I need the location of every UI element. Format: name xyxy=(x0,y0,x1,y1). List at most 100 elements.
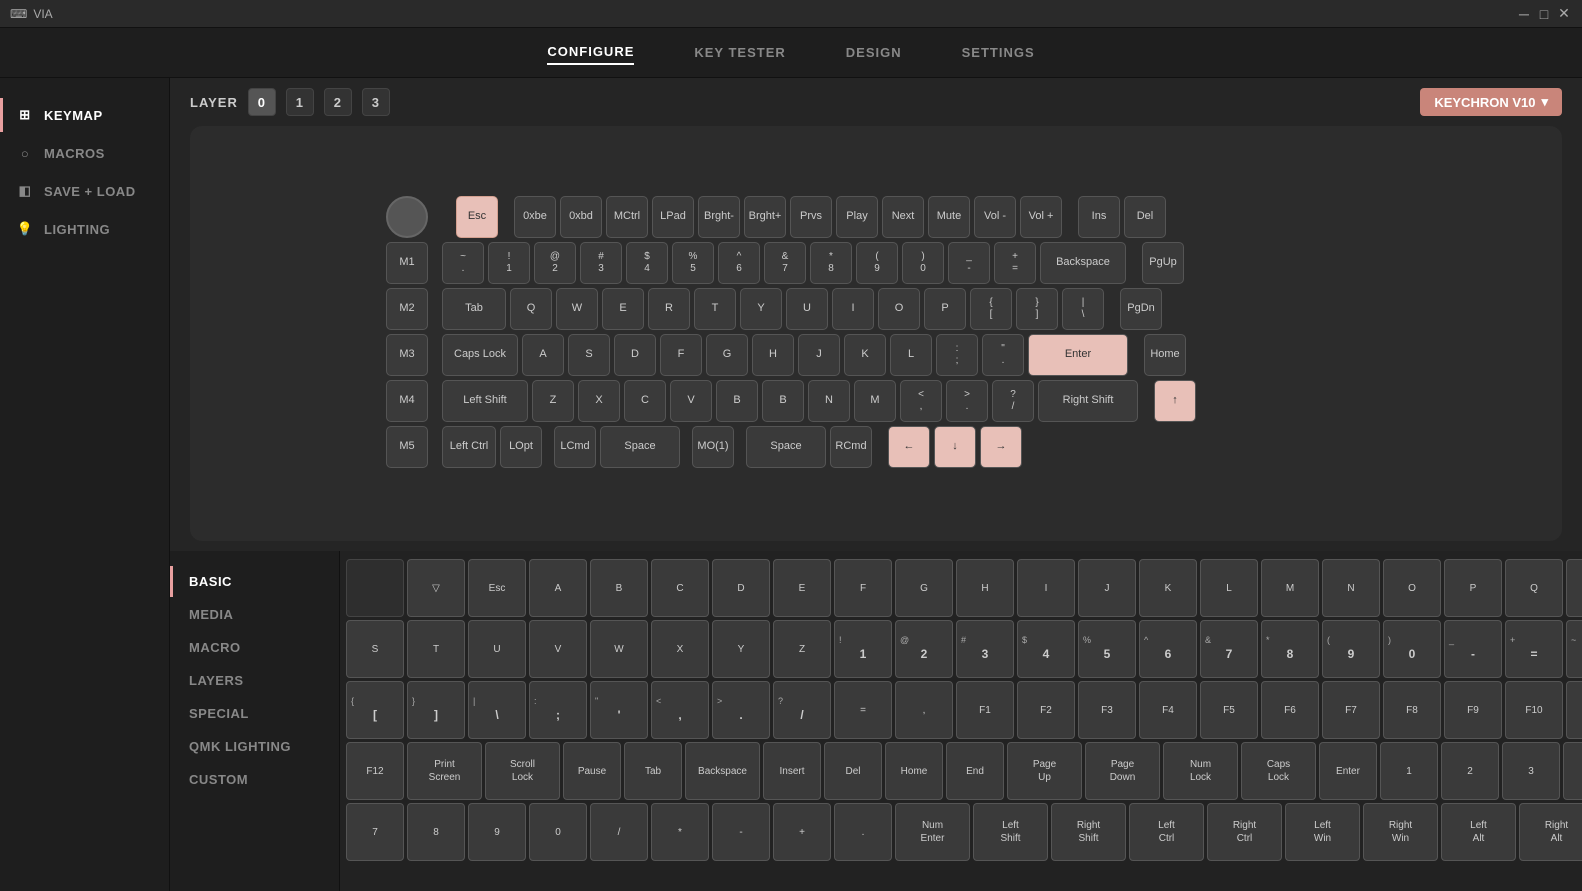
key-lcmd[interactable]: LCmd xyxy=(554,426,596,468)
key-r[interactable]: R xyxy=(648,288,690,330)
key-comma[interactable]: <, xyxy=(900,380,942,422)
keyboard-selector[interactable]: KEYCHRON V10 ▾ xyxy=(1420,88,1562,116)
kg-d[interactable]: D xyxy=(712,559,770,617)
key-9[interactable]: (9 xyxy=(856,242,898,284)
key-tab[interactable]: Tab xyxy=(442,288,506,330)
key-left-shift[interactable]: Left Shift xyxy=(442,380,528,422)
kg-num-0[interactable]: 0 xyxy=(529,803,587,861)
key-mute[interactable]: Mute xyxy=(928,196,970,238)
minimize-button[interactable]: ─ xyxy=(1516,6,1532,22)
kg-enter[interactable]: Enter xyxy=(1319,742,1377,800)
key-d[interactable]: D xyxy=(614,334,656,376)
kg-e[interactable]: E xyxy=(773,559,831,617)
kg-o[interactable]: O xyxy=(1383,559,1441,617)
kg-num-1[interactable]: 1 xyxy=(1380,742,1438,800)
key-lpad[interactable]: LPad xyxy=(652,196,694,238)
key-c[interactable]: C xyxy=(624,380,666,422)
kg-num-lock[interactable]: NumLock xyxy=(1163,742,1238,800)
key-arrow-right[interactable]: → xyxy=(980,426,1022,468)
kg-f1[interactable]: F1 xyxy=(956,681,1014,739)
kg-home[interactable]: Home xyxy=(885,742,943,800)
kg-x[interactable]: X xyxy=(651,620,709,678)
kg-comma[interactable]: , xyxy=(895,681,953,739)
kg-right-ctrl[interactable]: RightCtrl xyxy=(1207,803,1282,861)
nav-configure[interactable]: CONFIGURE xyxy=(547,40,634,65)
kg-z[interactable]: Z xyxy=(773,620,831,678)
kg-backspace[interactable]: Backspace xyxy=(685,742,760,800)
key-m2[interactable]: M2 xyxy=(386,288,428,330)
sidebar-item-keymap[interactable]: ⊞ KEYMAP xyxy=(0,98,169,132)
key-pgup[interactable]: PgUp xyxy=(1142,242,1184,284)
key-m5[interactable]: M5 xyxy=(386,426,428,468)
kg-plus-equals[interactable]: += xyxy=(1505,620,1563,678)
kg-w[interactable]: W xyxy=(590,620,648,678)
key-next[interactable]: Next xyxy=(882,196,924,238)
key-mctrl[interactable]: MCtrl xyxy=(606,196,648,238)
kg-colon-semi[interactable]: :; xyxy=(529,681,587,739)
key-k[interactable]: K xyxy=(844,334,886,376)
kg-u[interactable]: U xyxy=(468,620,526,678)
kg-f7[interactable]: F7 xyxy=(1322,681,1380,739)
key-7[interactable]: &7 xyxy=(764,242,806,284)
kg-p[interactable]: P xyxy=(1444,559,1502,617)
key-0xbe[interactable]: 0xbe xyxy=(514,196,556,238)
kg-caret-6[interactable]: ^6 xyxy=(1139,620,1197,678)
kg-num-3[interactable]: 3 xyxy=(1502,742,1560,800)
key-o[interactable]: O xyxy=(878,288,920,330)
key-x[interactable]: X xyxy=(578,380,620,422)
key-vol-minus[interactable]: Vol - xyxy=(974,196,1016,238)
key-play[interactable]: Play xyxy=(836,196,878,238)
key-m1[interactable]: M1 xyxy=(386,242,428,284)
key-backspace[interactable]: Backspace xyxy=(1040,242,1126,284)
bottom-cat-layers[interactable]: LAYERS xyxy=(170,665,339,696)
key-ins[interactable]: Ins xyxy=(1078,196,1120,238)
sidebar-item-macros[interactable]: ○ MACROS xyxy=(0,136,169,170)
key-n[interactable]: N xyxy=(808,380,850,422)
key-quote[interactable]: ". xyxy=(982,334,1024,376)
layer-btn-0[interactable]: 0 xyxy=(248,88,276,116)
kg-f6[interactable]: F6 xyxy=(1261,681,1319,739)
key-4[interactable]: $4 xyxy=(626,242,668,284)
key-arrow-up[interactable]: ↑ xyxy=(1154,380,1196,422)
kg-q[interactable]: Q xyxy=(1505,559,1563,617)
kg-lt-comma[interactable]: <, xyxy=(651,681,709,739)
bottom-cat-special[interactable]: SPECIAL xyxy=(170,698,339,729)
key-6[interactable]: ^6 xyxy=(718,242,760,284)
kg-f2[interactable]: F2 xyxy=(1017,681,1075,739)
sidebar-item-save-load[interactable]: ◧ SAVE + LOAD xyxy=(0,174,169,208)
kg-num-enter[interactable]: NumEnter xyxy=(895,803,970,861)
kg-c[interactable]: C xyxy=(651,559,709,617)
kg-star-8[interactable]: *8 xyxy=(1261,620,1319,678)
kg-left-shift[interactable]: LeftShift xyxy=(973,803,1048,861)
kg-pause[interactable]: Pause xyxy=(563,742,621,800)
key-1[interactable]: !1 xyxy=(488,242,530,284)
kg-num-slash[interactable]: / xyxy=(590,803,648,861)
kg-del[interactable]: Del xyxy=(824,742,882,800)
kg-lparen-9[interactable]: (9 xyxy=(1322,620,1380,678)
key-prvs[interactable]: Prvs xyxy=(790,196,832,238)
key-i[interactable]: I xyxy=(832,288,874,330)
kg-scroll-lock[interactable]: ScrollLock xyxy=(485,742,560,800)
kg-g[interactable]: G xyxy=(895,559,953,617)
key-j[interactable]: J xyxy=(798,334,840,376)
key-rcmd[interactable]: RCmd xyxy=(830,426,872,468)
kg-insert[interactable]: Insert xyxy=(763,742,821,800)
key-e[interactable]: E xyxy=(602,288,644,330)
key-equals[interactable]: += xyxy=(994,242,1036,284)
kg-k[interactable]: K xyxy=(1139,559,1197,617)
kg-num-4[interactable]: 4 xyxy=(1563,742,1582,800)
kg-equals[interactable]: = xyxy=(834,681,892,739)
kg-rbrace[interactable]: }] xyxy=(407,681,465,739)
key-f[interactable]: F xyxy=(660,334,702,376)
key-period[interactable]: >. xyxy=(946,380,988,422)
kg-tilde-grave[interactable]: ~` xyxy=(1566,620,1582,678)
key-a[interactable]: A xyxy=(522,334,564,376)
key-home[interactable]: Home xyxy=(1144,334,1186,376)
key-slash[interactable]: ?/ xyxy=(992,380,1034,422)
kg-f9[interactable]: F9 xyxy=(1444,681,1502,739)
bottom-cat-macro[interactable]: MACRO xyxy=(170,632,339,663)
kg-j[interactable]: J xyxy=(1078,559,1136,617)
close-button[interactable]: ✕ xyxy=(1556,6,1572,22)
kg-hash-3[interactable]: #3 xyxy=(956,620,1014,678)
kg-page-up[interactable]: PageUp xyxy=(1007,742,1082,800)
